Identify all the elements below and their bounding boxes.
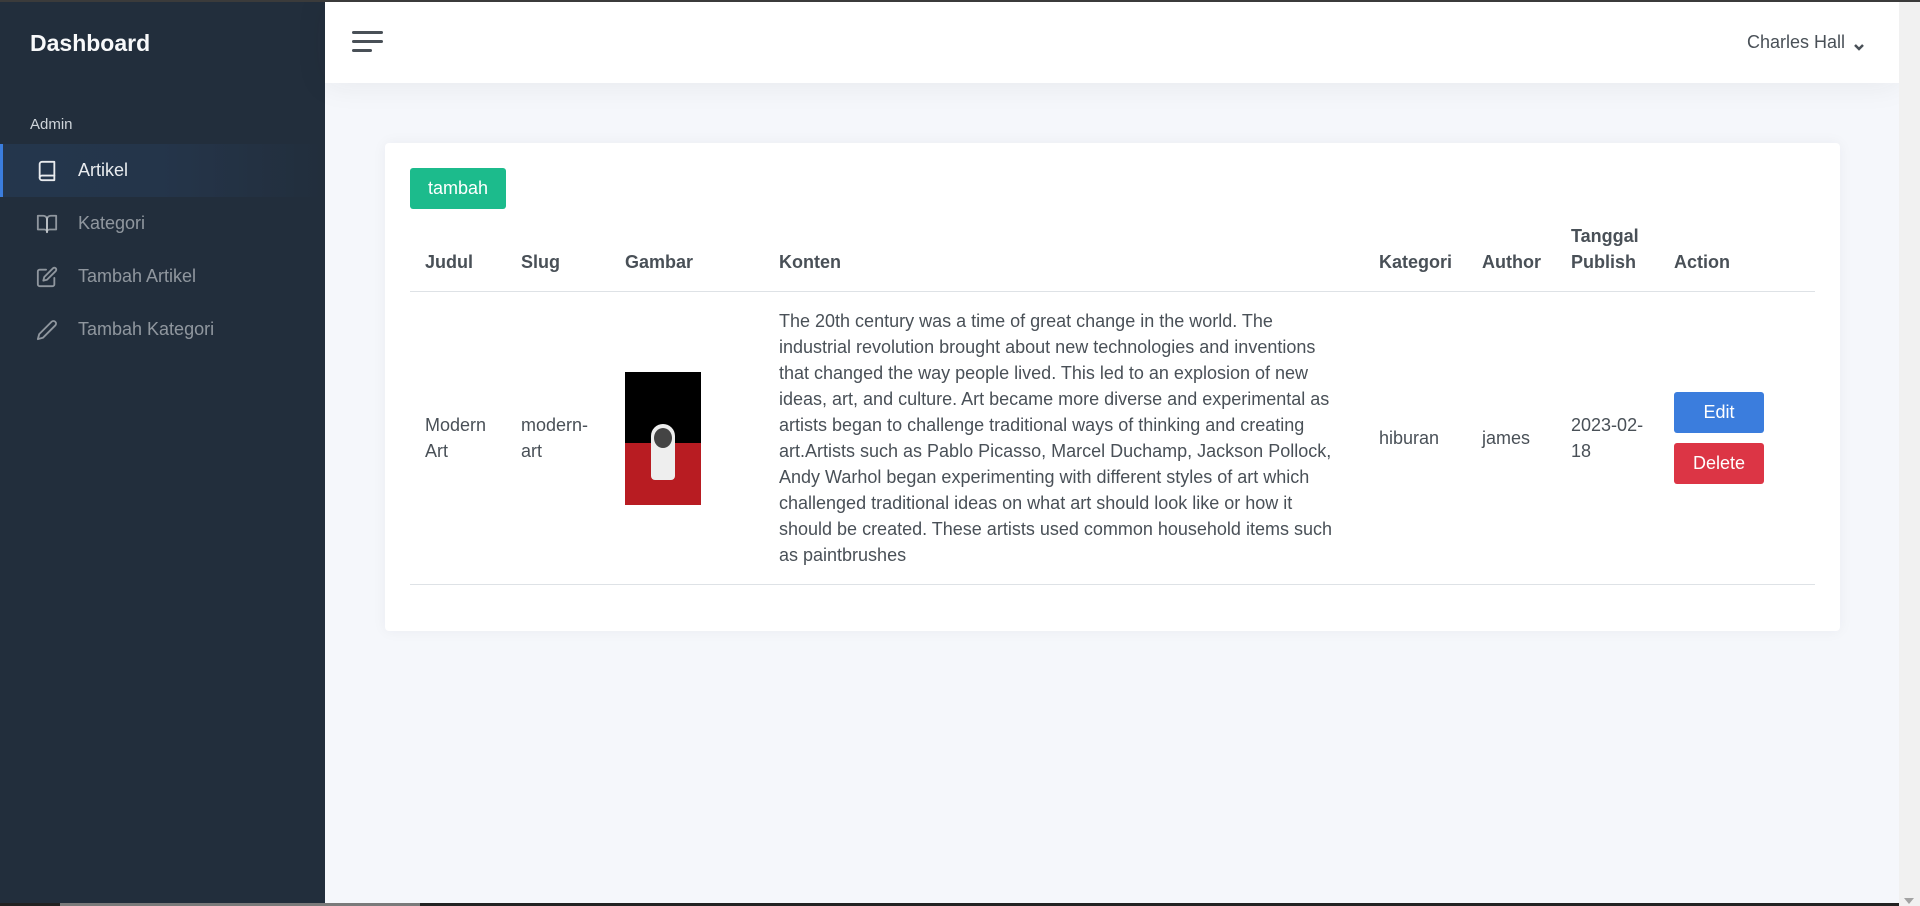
brand-title[interactable]: Dashboard (0, 2, 325, 82)
edit-icon (36, 266, 58, 288)
chevron-down-icon (1853, 37, 1865, 51)
column-header-action: Action (1659, 223, 1815, 292)
sidebar-item-label: Tambah Kategori (78, 319, 215, 339)
article-thumbnail-image (625, 371, 701, 505)
column-header-author: Author (1467, 223, 1557, 292)
cell-tanggal: 2023-02-18 (1556, 291, 1660, 585)
add-article-button[interactable]: tambah (410, 168, 507, 209)
cell-action: Edit Delete (1659, 291, 1815, 585)
pen-icon (36, 319, 58, 341)
delete-button[interactable]: Delete (1674, 443, 1765, 484)
sidebar-header-admin: Admin (30, 116, 73, 133)
table-header-row: Judul Slug Gambar Konten Kategori Author… (410, 223, 1815, 292)
table-row: Modern Art modern-art The 20th century w… (410, 291, 1815, 585)
user-name: Charles Hall (1746, 32, 1845, 52)
column-header-konten: Konten (764, 223, 1364, 292)
book-icon (36, 160, 58, 182)
sidebar-toggle-icon[interactable] (352, 31, 383, 57)
cell-gambar (610, 291, 764, 585)
column-header-tanggal-publish: Tanggal Publish (1556, 223, 1660, 292)
cell-author: james (1467, 291, 1557, 585)
cell-slug: modern-art (506, 291, 610, 585)
scroll-down-arrow-icon[interactable] (1904, 898, 1914, 904)
cell-konten: The 20th century was a time of great cha… (764, 291, 1364, 585)
sidebar-item-artikel[interactable]: Artikel (0, 144, 325, 197)
cell-judul: Modern Art (410, 291, 506, 585)
book-open-icon (36, 213, 58, 235)
sidebar: Dashboard Admin Artikel Kategori Tambah … (0, 2, 325, 906)
articles-table: Judul Slug Gambar Konten Kategori Author… (410, 223, 1815, 585)
sidebar-item-label: Tambah Artikel (78, 266, 197, 286)
sidebar-item-label: Artikel (78, 160, 129, 180)
sidebar-item-tambah-kategori[interactable]: Tambah Kategori (0, 303, 325, 356)
column-header-kategori: Kategori (1364, 223, 1468, 292)
column-header-slug: Slug (506, 223, 610, 292)
sidebar-item-label: Kategori (78, 213, 146, 233)
cell-kategori: hiburan (1364, 291, 1468, 585)
edit-button[interactable]: Edit (1674, 392, 1765, 433)
column-header-judul: Judul (410, 223, 506, 292)
user-dropdown[interactable]: Charles Hall (1747, 32, 1865, 53)
window-top-border (0, 0, 1920, 2)
sidebar-item-kategori[interactable]: Kategori (0, 197, 325, 250)
column-header-gambar: Gambar (610, 223, 764, 292)
top-navbar: Charles Hall (325, 2, 1899, 83)
articles-card: tambah Judul Slug Gambar Konten Kategori… (385, 143, 1840, 631)
vertical-scrollbar[interactable] (1899, 2, 1920, 906)
sidebar-item-tambah-artikel[interactable]: Tambah Artikel (0, 250, 325, 303)
